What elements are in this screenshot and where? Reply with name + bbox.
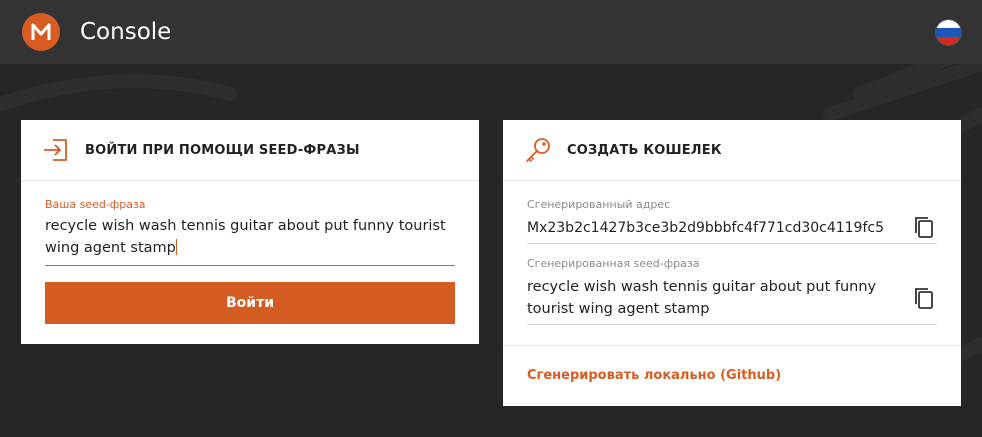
generated-address-value: Mx23b2c1427b3ce3b2d9bbbfc4f771cd30c4119f…	[527, 220, 884, 236]
top-bar: Console	[0, 0, 982, 64]
create-wallet-card-header: СОЗДАТЬ КОШЕЛЕК	[503, 120, 961, 181]
login-button[interactable]: Войти	[45, 282, 455, 324]
card-divider	[503, 345, 961, 346]
app-title: Console	[80, 19, 172, 45]
generated-address-field: Сгенерированный адрес Mx23b2c1427b3ce3b2…	[527, 198, 937, 244]
copy-seed-icon[interactable]	[911, 285, 937, 311]
create-wallet-card: СОЗДАТЬ КОШЕЛЕК Сгенерированный адрес Mx…	[503, 120, 961, 406]
generated-seed-label: Сгенерированная seed-фраза	[527, 257, 700, 270]
login-card-header: ВОЙТИ ПРИ ПОМОЩИ SEED-ФРАЗЫ	[21, 120, 479, 181]
seed-phrase-label: Ваша seed-фраза	[45, 198, 146, 211]
generated-seed-field: Сгенерированная seed-фраза recycle wish …	[527, 257, 937, 325]
seed-phrase-value: recycle wish wash tennis guitar about pu…	[45, 218, 446, 256]
login-icon	[44, 139, 67, 161]
seed-phrase-text[interactable]: recycle wish wash tennis guitar about pu…	[45, 215, 455, 259]
logo-mark-icon	[31, 23, 51, 40]
logo-icon[interactable]	[22, 13, 60, 51]
generated-address-label: Сгенерированный адрес	[527, 198, 671, 211]
key-icon	[526, 138, 550, 162]
text-caret	[175, 239, 177, 255]
create-wallet-card-title: СОЗДАТЬ КОШЕЛЕК	[567, 142, 722, 158]
login-card: ВОЙТИ ПРИ ПОМОЩИ SEED-ФРАЗЫ Ваша seed-фр…	[21, 120, 479, 344]
generate-locally-github-link[interactable]: Сгенерировать локально (Github)	[527, 368, 781, 383]
copy-address-icon[interactable]	[911, 214, 937, 240]
seed-phrase-input[interactable]: Ваша seed-фраза recycle wish wash tennis…	[45, 198, 455, 266]
login-card-title: ВОЙТИ ПРИ ПОМОЩИ SEED-ФРАЗЫ	[85, 142, 360, 158]
russia-flag-icon[interactable]	[935, 19, 962, 46]
generated-seed-value: recycle wish wash tennis guitar about pu…	[527, 279, 877, 317]
